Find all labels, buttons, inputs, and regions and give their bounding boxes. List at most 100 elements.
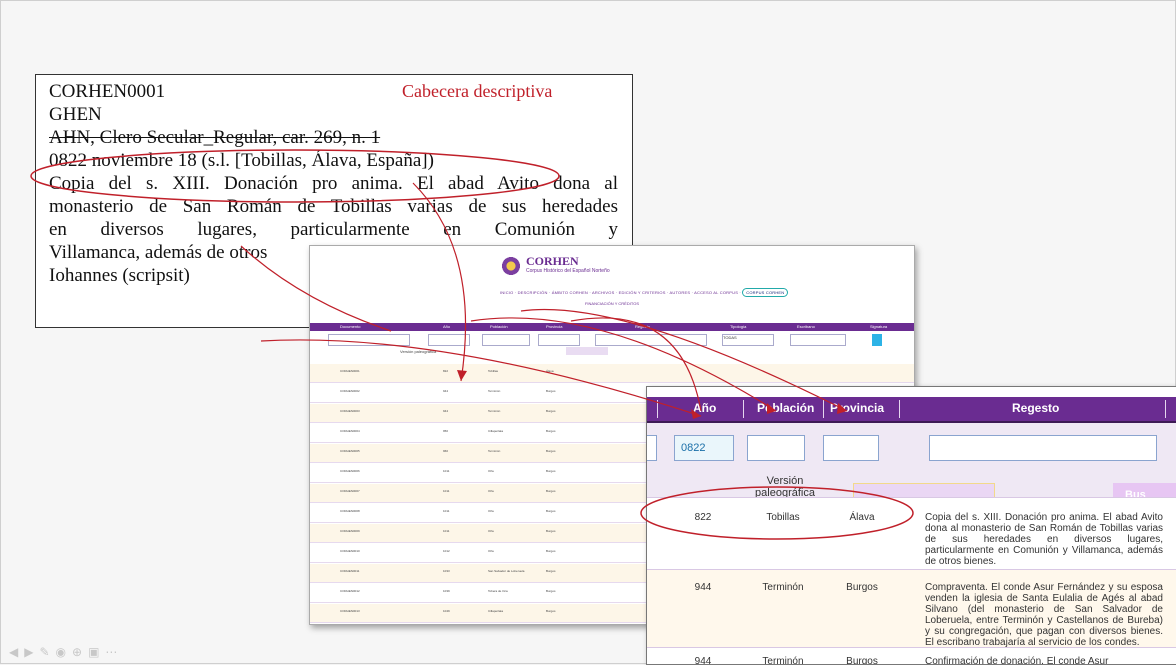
col-tipologia[interactable]: Tipología (730, 324, 746, 329)
next-icon[interactable]: ▶ (24, 645, 39, 659)
cell-town: Oña (488, 469, 494, 473)
cell-year: 1011 (443, 489, 450, 493)
col-escribano[interactable]: Escribano (797, 324, 815, 329)
more-icon[interactable]: ⋯ (105, 645, 123, 659)
column-separator (1165, 400, 1166, 418)
cell-province: Álava (849, 512, 875, 523)
cell-document: CORHEN0011 (340, 569, 360, 573)
cell-year: 1012 (443, 549, 450, 553)
cell-province: Burgos (546, 489, 556, 493)
cell-document: CORHEN0005 (340, 449, 360, 453)
col-poblacion[interactable]: Población (490, 324, 508, 329)
col-regesto[interactable]: Regesto (635, 324, 650, 329)
eye-icon[interactable]: ◉ (56, 645, 72, 659)
cell-year: 1011 (443, 509, 450, 513)
cell-regesto: Compraventa. El conde Asur Fernández y s… (925, 582, 1163, 648)
nav-secondary[interactable]: FINANCIACIÓN Y CRÉDITOS (310, 301, 914, 306)
zoom-icon[interactable]: ⊕ (72, 645, 88, 659)
cell-town: Tobillas (766, 512, 800, 523)
cell-province: Álava (546, 369, 554, 373)
zoom-col-provincia[interactable]: Provincia (830, 401, 884, 415)
filter-poblacion[interactable] (482, 334, 530, 346)
summary-line: monasterio de San Román de Tobillas vari… (49, 196, 618, 217)
cell-document: CORHEN0004 (340, 429, 360, 433)
cell-document: CORHEN0013 (340, 609, 360, 613)
pen-icon[interactable]: ✎ (39, 645, 55, 659)
cell-document: CORHEN0012 (340, 589, 360, 593)
zoom-col-ano[interactable]: Año (693, 401, 716, 415)
document-id: CORHEN0001 (49, 81, 166, 102)
cell-town: San Salvador de Loberuela (488, 569, 525, 573)
town-filter-input[interactable] (747, 435, 805, 461)
cell-town: Oña (488, 509, 494, 513)
cell-town: Tobillas (488, 369, 499, 373)
filter-regesto[interactable] (595, 334, 707, 346)
table-row[interactable]: CORHEN0001 822 Tobillas Álava (310, 364, 914, 383)
search-box[interactable] (566, 347, 608, 355)
column-separator (899, 400, 900, 418)
logo-subtitle: Corpus Histórico del Español Norteño (526, 268, 610, 274)
cell-town: Tobera de Oca (488, 589, 508, 593)
cell-year: 944 (443, 389, 449, 393)
filter-documento[interactable] (328, 334, 410, 346)
column-separator (743, 400, 744, 418)
cell-year: 1011 (443, 469, 450, 473)
search-button[interactable] (872, 334, 882, 346)
filter-input[interactable] (647, 435, 657, 461)
slides-icon[interactable]: ▣ (88, 645, 105, 659)
filter-provincia[interactable] (538, 334, 580, 346)
cell-province: Burgos (546, 469, 556, 473)
cell-town: Cillaperlata (488, 609, 504, 613)
col-documento[interactable]: Documento (340, 324, 360, 329)
year-filter-input[interactable]: 0822 (674, 435, 734, 461)
table-row[interactable]: 822 Tobillas Álava Copia del s. XIII. Do… (647, 497, 1176, 570)
col-ano[interactable]: Año (443, 324, 450, 329)
cell-document: CORHEN0001 (340, 369, 360, 373)
scribe-line: Iohannes (scripsit) (49, 265, 190, 286)
table-row[interactable]: 944 Terminón Burgos Confirmación de dona… (647, 647, 1176, 664)
slide-canvas: CORHEN0001 Cabecera descriptiva GHEN AHN… (0, 0, 1176, 665)
paleographic-label: Versión paleográfica (755, 475, 815, 499)
logo-title: CORHEN (526, 254, 579, 268)
cell-town: Terminón (488, 409, 501, 413)
summary-line: Copia del s. XIII. Donación pro anima. E… (49, 173, 618, 194)
col-signatura[interactable]: Signatura (870, 324, 887, 329)
nav-links[interactable]: INICIO · DESCRIPCIÓN · ÁMBITO CORHEN · A… (500, 290, 741, 295)
results-table-header: Documento Año Población Provincia Regest… (310, 323, 914, 331)
document-code: GHEN (49, 104, 102, 125)
cell-year: 1011 (443, 529, 450, 533)
prev-icon[interactable]: ◀ (9, 645, 24, 659)
annotation-label: Cabecera descriptiva (402, 81, 553, 101)
cell-province: Burgos (846, 582, 878, 593)
cell-year: 950 (443, 429, 449, 433)
zoomed-results-panel: Año Población Provincia Regesto 0822 Ver… (646, 386, 1176, 665)
zoom-table-header: Año Población Provincia Regesto (647, 397, 1176, 423)
filter-tipologia-select[interactable]: TODAS (722, 334, 774, 346)
col-provincia[interactable]: Provincia (546, 324, 562, 329)
cell-province: Burgos (546, 409, 556, 413)
corhen-logo: CORHEN Corpus Histórico del Español Nort… (500, 254, 630, 280)
province-filter-input[interactable] (823, 435, 879, 461)
cell-year: 822 (443, 369, 449, 373)
zoom-filter-row: 0822 (647, 423, 1176, 471)
filter-ano[interactable] (428, 334, 470, 346)
summary-line: en diversos lugares, particularmente en … (49, 219, 618, 240)
zoom-col-poblacion[interactable]: Población (757, 401, 814, 415)
cell-year: 1039 (443, 589, 450, 593)
cell-province: Burgos (546, 509, 556, 513)
table-row[interactable]: 944 Terminón Burgos Compraventa. El cond… (647, 569, 1176, 648)
zoom-col-regesto[interactable]: Regesto (1012, 401, 1059, 415)
cell-regesto: Copia del s. XIII. Donación pro anima. E… (925, 512, 1163, 567)
regesto-filter-input[interactable] (929, 435, 1157, 461)
cell-town: Oña (488, 549, 494, 553)
cell-document: CORHEN0003 (340, 409, 360, 413)
corpus-button[interactable]: CORPUS CORHEN (742, 288, 789, 297)
filter-escribano[interactable] (790, 334, 846, 346)
cell-year: 960 (443, 449, 449, 453)
cell-document: CORHEN0002 (340, 389, 360, 393)
paleographic-toggle[interactable]: Versión paleográfica (400, 349, 436, 354)
cell-document: CORHEN0007 (340, 489, 360, 493)
cell-province: Burgos (546, 589, 556, 593)
cell-province: Burgos (546, 429, 556, 433)
date-place: 0822 noviembre 18 (s.l. [Tobillas, Álava… (49, 150, 434, 171)
